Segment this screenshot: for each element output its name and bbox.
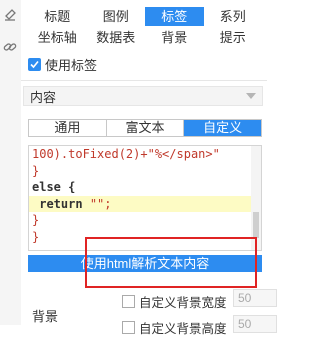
label-settings-panel: 标题 图例 标签 系列 坐标轴 数据表 背景 提示 使用标签 内容 通用 富文本… (21, 0, 277, 336)
chevron-down-icon[interactable] (246, 93, 256, 99)
subtab-general[interactable]: 通用 (29, 120, 107, 136)
custom-bg-height-input[interactable]: 50 (233, 315, 277, 333)
code-keyword: else { (32, 180, 76, 194)
editor-scrollbar[interactable] (251, 146, 261, 250)
left-toolbar (0, 0, 22, 325)
code-editor[interactable]: 100).toFixed(2)+"%</span>" } else { retu… (28, 145, 262, 251)
tab-title[interactable]: 标题 (28, 7, 87, 26)
checkbox-box[interactable] (122, 295, 135, 308)
use-label-text: 使用标签 (45, 57, 98, 73)
code-line: 100).toFixed(2)+"%</span>" (32, 147, 220, 161)
subtab-custom[interactable]: 自定义 (184, 120, 262, 136)
use-label-checkbox[interactable]: 使用标签 (28, 56, 98, 73)
link-icon[interactable] (2, 39, 18, 55)
background-section-label: 背景 (32, 309, 59, 324)
code-line: } (32, 213, 40, 227)
custom-bg-height-label: 自定义背景高度 (139, 322, 227, 336)
config-tabs: 标题 图例 标签 系列 坐标轴 数据表 背景 提示 (28, 7, 262, 49)
tab-datatable[interactable]: 数据表 (87, 28, 146, 47)
custom-bg-width-label: 自定义背景宽度 (139, 296, 227, 310)
code-keyword-return: return (39, 196, 83, 211)
divider (21, 80, 267, 81)
custom-bg-height-checkbox[interactable]: 自定义背景高度 (122, 318, 227, 337)
tab-tooltip[interactable]: 提示 (204, 28, 263, 47)
content-select[interactable]: 内容 (23, 86, 263, 106)
format-subtabs: 通用 富文本 自定义 (28, 119, 262, 137)
tab-legend[interactable]: 图例 (87, 7, 146, 26)
tab-background[interactable]: 背景 (145, 28, 204, 47)
checkmark-icon[interactable] (28, 57, 41, 71)
code-string: ""; (89, 196, 112, 211)
content-select-value: 内容 (30, 89, 57, 105)
custom-bg-width-checkbox[interactable]: 自定义背景宽度 (122, 292, 227, 311)
custom-bg-width-input[interactable]: 50 (233, 289, 277, 307)
code-line: } (32, 229, 40, 244)
subtab-richtext[interactable]: 富文本 (107, 120, 185, 136)
tab-label[interactable]: 标签 (145, 7, 204, 26)
code-line-highlighted: return ""; (29, 195, 261, 212)
use-html-parse-button[interactable]: 使用html解析文本内容 (28, 255, 262, 272)
tab-series[interactable]: 系列 (204, 7, 263, 26)
clear-icon[interactable] (2, 6, 18, 22)
code-line: else { (29, 179, 261, 196)
checkbox-box[interactable] (122, 321, 135, 334)
scrollbar-thumb[interactable] (253, 212, 259, 238)
code-line: } (32, 163, 40, 178)
tab-axis[interactable]: 坐标轴 (28, 28, 87, 47)
